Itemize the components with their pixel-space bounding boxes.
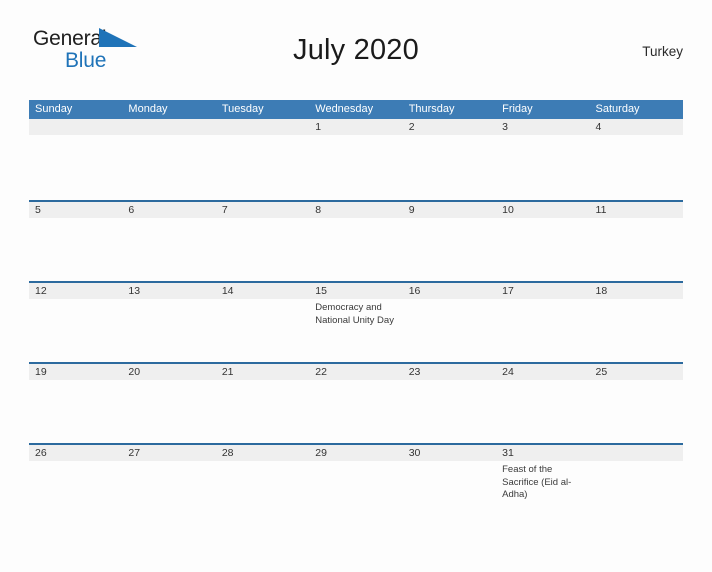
calendar-day-cell[interactable]: 22 [309, 364, 403, 443]
calendar-day-cell[interactable]: 26 [29, 445, 123, 524]
weekday-header-row: Sunday Monday Tuesday Wednesday Thursday… [29, 100, 683, 119]
calendar-week-row: 5 6 7 8 9 10 11 [29, 200, 683, 281]
calendar-day-cell[interactable]: 14 [215, 283, 310, 362]
calendar-day-number [589, 445, 683, 461]
calendar-day-cell[interactable]: 9 [402, 202, 497, 281]
calendar-day-number: 8 [309, 202, 403, 218]
calendar-week-inner: 19 20 21 22 23 24 25 [29, 364, 683, 443]
calendar-day-number: 30 [402, 445, 497, 461]
calendar-week-inner: 26 27 28 29 30 31 Feast of the Sacrifice (Eid … [29, 445, 683, 524]
calendar-day-number: 3 [496, 119, 590, 135]
calendar-day-cell[interactable]: 7 [215, 202, 310, 281]
calendar-day-number: 6 [122, 202, 216, 218]
calendar-day-cell[interactable]: 4 [589, 119, 683, 200]
calendar-day-number: 26 [29, 445, 123, 461]
calendar-week-inner: 5 6 7 8 9 10 11 [29, 202, 683, 281]
calendar-week-row: 1234 [29, 119, 683, 200]
weekday-header-thursday: Thursday [408, 103, 455, 115]
calendar-day-number: 12 [29, 283, 123, 299]
calendar-day-cell[interactable]: 19 [29, 364, 123, 443]
calendar-day-cell[interactable]: 24 [496, 364, 590, 443]
calendar-day-number [122, 119, 216, 135]
calendar-day-cell[interactable]: 21 [215, 364, 310, 443]
calendar-day-number: 23 [402, 364, 497, 380]
calendar-day-cell[interactable]: 11 [589, 202, 683, 281]
calendar-day-number: 20 [122, 364, 216, 380]
calendar-day-cell[interactable]: 17 [496, 283, 590, 362]
calendar-day-number: 28 [215, 445, 310, 461]
weekday-header-tuesday: Tuesday [221, 103, 264, 115]
calendar-week-inner: 1234 [29, 119, 683, 200]
calendar-day-cell[interactable]: 20 [122, 364, 216, 443]
weekday-header-saturday: Saturday [595, 103, 640, 115]
calendar-day-number: 4 [589, 119, 683, 135]
weekday-header-sunday: Sunday [35, 103, 73, 115]
weekday-header-monday: Monday [128, 103, 168, 115]
calendar-weeks: 1 2 3 4 5 6 7 8 9 10 11 12 13 14 15 Democracy and Natio… [29, 119, 683, 524]
calendar-day-number: 25 [589, 364, 683, 380]
calendar-week-row: 12 13 14 15 Democracy and National Unity Day… [29, 281, 683, 362]
calendar-day-cell-empty [215, 119, 310, 200]
weekday-header-friday: Friday [502, 103, 533, 115]
calendar-day-number: 9 [402, 202, 497, 218]
calendar-day-cell[interactable]: 16 [402, 283, 497, 362]
calendar-day-cell-empty [29, 119, 123, 200]
calendar-day-cell[interactable]: 10 [496, 202, 590, 281]
calendar-day-number: 31 [496, 445, 590, 461]
calendar-day-cell[interactable]: 15 Democracy and National Unity Day [309, 283, 403, 362]
calendar-day-cell[interactable]: 1 [309, 119, 403, 200]
calendar-week-row: 19 20 21 22 23 24 25 [29, 362, 683, 443]
calendar-day-cell[interactable]: 3 [496, 119, 590, 200]
weekday-header-wednesday: Wednesday [315, 103, 374, 115]
page-title: July 2020 [293, 34, 419, 66]
calendar-day-cell[interactable]: 2 [402, 119, 497, 200]
calendar-week-row: 26 27 28 29 30 31 Feast of the Sacrifice (Eid … [29, 443, 683, 524]
calendar-day-cell[interactable]: 30 [402, 445, 497, 524]
calendar-day-cell[interactable]: 13 [122, 283, 216, 362]
calendar-day-cell-empty [589, 445, 683, 524]
calendar-day-number [215, 119, 310, 135]
calendar-day-number: 21 [215, 364, 310, 380]
page-header: General Blue July 2020 Turkey [29, 22, 683, 78]
calendar-day-number: 16 [402, 283, 497, 299]
calendar-day-number: 14 [215, 283, 310, 299]
calendar-day-cell[interactable]: 31 Feast of the Sacrifice (Eid al-Adha) [496, 445, 590, 524]
calendar-day-cell[interactable]: 12 [29, 283, 123, 362]
calendar-day-number: 10 [496, 202, 590, 218]
calendar-day-number: 15 [309, 283, 403, 299]
calendar-day-cell[interactable]: 6 [122, 202, 216, 281]
region-label: Turkey [642, 44, 683, 59]
calendar-day-number: 5 [29, 202, 123, 218]
calendar-grid: Sunday Monday Tuesday Wednesday Thursday… [29, 100, 683, 524]
calendar-day-cell[interactable]: 18 [589, 283, 683, 362]
calendar-day-number: 13 [122, 283, 216, 299]
calendar-day-number: 17 [496, 283, 590, 299]
calendar-day-number: 22 [309, 364, 403, 380]
calendar-day-number: 7 [215, 202, 310, 218]
calendar-day-cell[interactable]: 27 [122, 445, 216, 524]
calendar-day-number: 19 [29, 364, 123, 380]
calendar-day-number: 29 [309, 445, 403, 461]
calendar-day-number [29, 119, 123, 135]
calendar-holiday-label: Democracy and National Unity Day [315, 302, 394, 326]
calendar-week-inner: 12 13 14 15 Democracy and National Unity Day… [29, 283, 683, 362]
calendar-day-number: 11 [589, 202, 683, 218]
calendar-holiday-label: Feast of the Sacrifice (Eid al-Adha) [502, 464, 572, 500]
calendar-day-number: 18 [589, 283, 683, 299]
calendar-day-cell-empty [122, 119, 216, 200]
calendar-day-cell[interactable]: 5 [29, 202, 123, 281]
calendar-day-number: 27 [122, 445, 216, 461]
calendar-day-cell[interactable]: 25 [589, 364, 683, 443]
calendar-day-cell[interactable]: 23 [402, 364, 497, 443]
calendar-day-number: 1 [309, 119, 403, 135]
calendar-day-number: 2 [402, 119, 497, 135]
calendar-day-cell[interactable]: 28 [215, 445, 310, 524]
calendar-day-number: 24 [496, 364, 590, 380]
calendar-day-cell[interactable]: 8 [309, 202, 403, 281]
calendar-day-cell[interactable]: 29 [309, 445, 403, 524]
